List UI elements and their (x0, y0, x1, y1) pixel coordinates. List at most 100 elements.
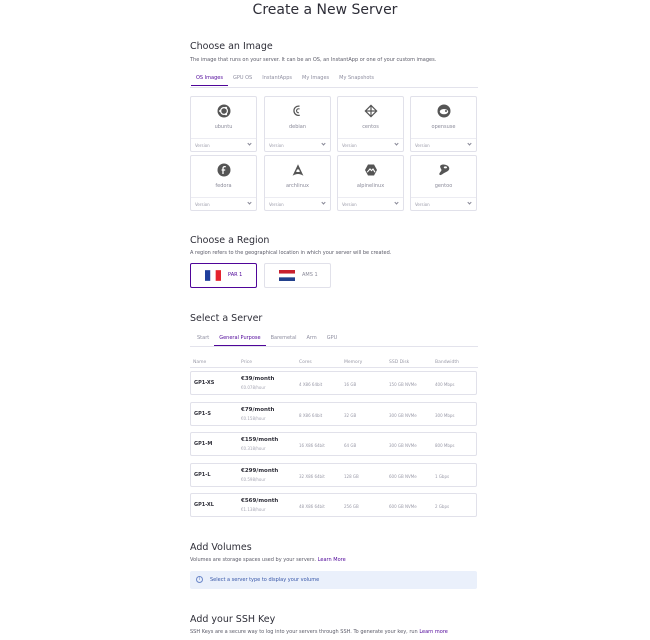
table-row[interactable]: GP1-S €79/month €0.158/hour 8 X86 64bit … (190, 402, 477, 426)
ubuntu-icon (217, 104, 231, 118)
server-memory: 32 GB (344, 413, 357, 418)
server-cores: 48 X86 64bit (299, 504, 325, 509)
os-name: debian (288, 124, 307, 130)
table-row[interactable]: GP1-XL €569/month €1.138/hour 48 X86 64b… (190, 493, 477, 517)
column-header-price: Price (241, 360, 252, 365)
tab-general-purpose[interactable]: General Purpose (214, 333, 266, 346)
tab-my-snapshots[interactable]: My Snapshots (334, 73, 379, 86)
table-row[interactable]: GP1-XS €39/month €0.078/hour 4 X86 64bit… (190, 371, 477, 395)
image-tabs: OS Images GPU OS InstantApps My Images M… (191, 73, 379, 86)
alpinelinux-icon (365, 164, 377, 176)
server-disk: 300 GB NVMe (389, 443, 417, 448)
os-card-centos[interactable]: centos Version (337, 96, 404, 152)
version-label: Version (342, 143, 357, 148)
version-select[interactable]: Version (338, 138, 403, 152)
table-row[interactable]: GP1-L €299/month €0.598/hour 32 X86 64bi… (190, 463, 477, 487)
server-name: GP1-L (194, 472, 211, 478)
os-card-archlinux[interactable]: archlinux Version (264, 155, 331, 211)
tab-arm[interactable]: Arm (301, 333, 321, 346)
region-section-heading: Choose a Region (190, 235, 270, 246)
volumes-section-heading: Add Volumes (190, 542, 252, 553)
server-hourly-price: €1.138/hour (241, 507, 266, 512)
image-section-heading: Choose an Image (190, 41, 273, 52)
version-label: Version (195, 143, 210, 148)
volumes-learn-more-link[interactable]: Learn More (318, 557, 346, 563)
os-card-alpinelinux[interactable]: alpinelinux Version (337, 155, 404, 211)
region-label: PAR 1 (228, 272, 243, 278)
server-name: GP1-XL (194, 502, 214, 508)
os-name: gentoo (434, 183, 453, 189)
server-name: GP1-XS (194, 380, 215, 386)
os-name: ubuntu (214, 124, 233, 130)
os-card-gentoo[interactable]: gentoo Version (410, 155, 477, 211)
tab-baremetal[interactable]: Baremetal (266, 333, 302, 346)
table-row[interactable]: GP1-M €159/month €0.318/hour 16 X86 64bi… (190, 432, 477, 456)
version-select[interactable]: Version (265, 138, 330, 152)
ssh-section-heading: Add your SSH Key (190, 614, 276, 625)
version-select[interactable]: Version (191, 138, 256, 152)
server-tabs-divider (190, 346, 478, 347)
server-cores: 16 X86 64bit (299, 443, 325, 448)
server-price: €299/month (241, 468, 279, 474)
netherlands-flag (279, 270, 295, 281)
version-select[interactable]: Version (338, 197, 403, 211)
table-header-divider (190, 367, 478, 368)
region-ams1[interactable]: AMS 1 (264, 263, 331, 288)
server-hourly-price: €0.318/hour (241, 446, 266, 451)
version-select[interactable]: Version (191, 197, 256, 211)
os-card-fedora[interactable]: fedora Version (190, 155, 257, 211)
server-section-heading: Select a Server (190, 313, 263, 324)
region-par1[interactable]: PAR 1 (190, 263, 257, 288)
server-price: €79/month (241, 407, 275, 413)
server-disk: 300 GB NVMe (389, 413, 417, 418)
server-price: €569/month (241, 498, 279, 504)
version-label: Version (269, 202, 284, 207)
server-cores: 32 X86 64bit (299, 474, 325, 479)
server-bandwidth: 400 Mbps (435, 382, 455, 387)
server-memory: 64 GB (344, 443, 357, 448)
volumes-info-banner: i Select a server type to display your v… (190, 571, 477, 589)
france-flag (205, 270, 221, 281)
server-disk: 600 GB NVMe (389, 504, 417, 509)
chevron-down-icon (321, 141, 326, 146)
centos-icon (364, 104, 378, 118)
version-label: Version (195, 202, 210, 207)
os-card-debian[interactable]: debian Version (264, 96, 331, 152)
os-card-opensuse[interactable]: opensuse Version (410, 96, 477, 152)
server-price: €39/month (241, 376, 275, 382)
chevron-down-icon (321, 200, 326, 205)
server-bandwidth: 800 Mbps (435, 443, 455, 448)
ssh-learn-more-link[interactable]: Learn more (419, 629, 448, 635)
version-select[interactable]: Version (411, 138, 476, 152)
server-bandwidth: 1 Gbps (435, 474, 450, 479)
tab-gpu-os[interactable]: GPU OS (228, 73, 257, 86)
server-cores: 8 X86 64bit (299, 413, 323, 418)
server-hourly-price: €0.158/hour (241, 416, 266, 421)
server-disk: 150 GB NVMe (389, 382, 417, 387)
tab-os-images[interactable]: OS Images (191, 73, 228, 86)
version-label: Version (415, 143, 430, 148)
tab-gpu[interactable]: GPU (322, 333, 343, 346)
version-select[interactable]: Version (411, 197, 476, 211)
server-price: €159/month (241, 437, 279, 443)
chevron-down-icon (467, 141, 472, 146)
tab-instantapps[interactable]: InstantApps (257, 73, 297, 86)
version-select[interactable]: Version (265, 197, 330, 211)
region-section-description: A region refers to the geographical loca… (190, 250, 392, 256)
column-header-cores: Cores (299, 360, 312, 365)
version-label: Version (269, 143, 284, 148)
os-card-ubuntu[interactable]: ubuntu Version (190, 96, 257, 152)
column-header-ssd-disk: SSD Disk (389, 360, 410, 365)
server-disk: 600 GB NVMe (389, 474, 417, 479)
tab-my-images[interactable]: My Images (297, 73, 334, 86)
ssh-description-text: SSH Keys are a secure way to log into yo… (190, 629, 418, 635)
column-header-bandwidth: Bandwidth (435, 360, 459, 365)
volumes-description-text: Volumes are storage spaces used by your … (190, 557, 317, 563)
debian-icon (293, 105, 300, 117)
server-hourly-price: €0.598/hour (241, 477, 266, 482)
server-memory: 16 GB (344, 382, 357, 387)
gentoo-icon (439, 164, 450, 176)
tab-start[interactable]: Start (192, 333, 214, 346)
region-label: AMS 1 (302, 272, 318, 278)
server-tabs: Start General Purpose Baremetal Arm GPU (192, 333, 342, 346)
